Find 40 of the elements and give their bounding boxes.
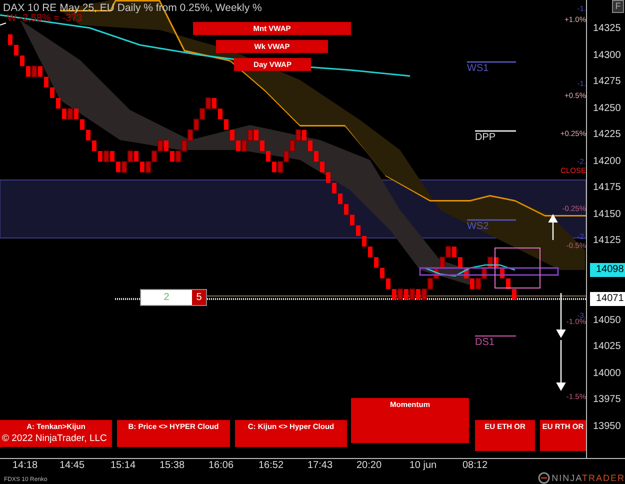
axis-label: 14325 bbox=[593, 23, 621, 34]
pivot-label: WS2 bbox=[467, 221, 489, 232]
pivot-label: WS1 bbox=[467, 63, 489, 74]
axis-label: 14250 bbox=[593, 102, 621, 114]
axis-label: 14200 bbox=[593, 156, 621, 167]
time-label: 17:43 bbox=[306, 460, 334, 471]
counter-value: 5 bbox=[192, 290, 206, 305]
time-label: 14:18 bbox=[11, 460, 39, 471]
price-tag: 14071 bbox=[590, 292, 625, 306]
logo-icon bbox=[538, 472, 550, 484]
counter-value: 2 bbox=[162, 291, 170, 305]
time-label: 16:52 bbox=[257, 460, 285, 471]
f-button[interactable]: F bbox=[612, 0, 624, 13]
pivot-label: DPP bbox=[475, 132, 496, 143]
axis-label: 14150 bbox=[593, 208, 621, 220]
axis-label: 13975 bbox=[593, 394, 621, 406]
price-tag: 14098 bbox=[590, 263, 625, 277]
axis-label: 14025 bbox=[593, 341, 621, 352]
time-label: 10 jun bbox=[408, 460, 438, 471]
copyright: © 2022 NinjaTrader, LLC bbox=[2, 433, 107, 444]
up-arrow-icon bbox=[548, 214, 558, 240]
time-label: 08:12 bbox=[461, 460, 489, 471]
axis-label: 14000 bbox=[593, 368, 621, 379]
axis-label: 14300 bbox=[593, 50, 621, 61]
down-arrow-icon bbox=[556, 340, 566, 391]
time-label: 14:45 bbox=[58, 460, 86, 471]
axis-label: 13950 bbox=[593, 420, 621, 432]
time-label: 15:38 bbox=[158, 460, 186, 471]
axis-label: 14275 bbox=[593, 76, 621, 88]
pivot-label: DS1 bbox=[475, 337, 494, 348]
axis-label: 14225 bbox=[593, 129, 621, 140]
time-label: 16:06 bbox=[207, 460, 235, 471]
trend-line bbox=[0, 22, 6, 26]
time-label: 15:14 bbox=[109, 460, 137, 471]
axis-label: 14175 bbox=[593, 182, 621, 194]
axis-label: 14125 bbox=[593, 235, 621, 246]
axis-label: 14050 bbox=[593, 314, 621, 326]
logo-text: NINJATRADER bbox=[552, 472, 625, 482]
down-arrow-icon bbox=[556, 293, 566, 338]
time-label: 20:20 bbox=[355, 460, 383, 471]
